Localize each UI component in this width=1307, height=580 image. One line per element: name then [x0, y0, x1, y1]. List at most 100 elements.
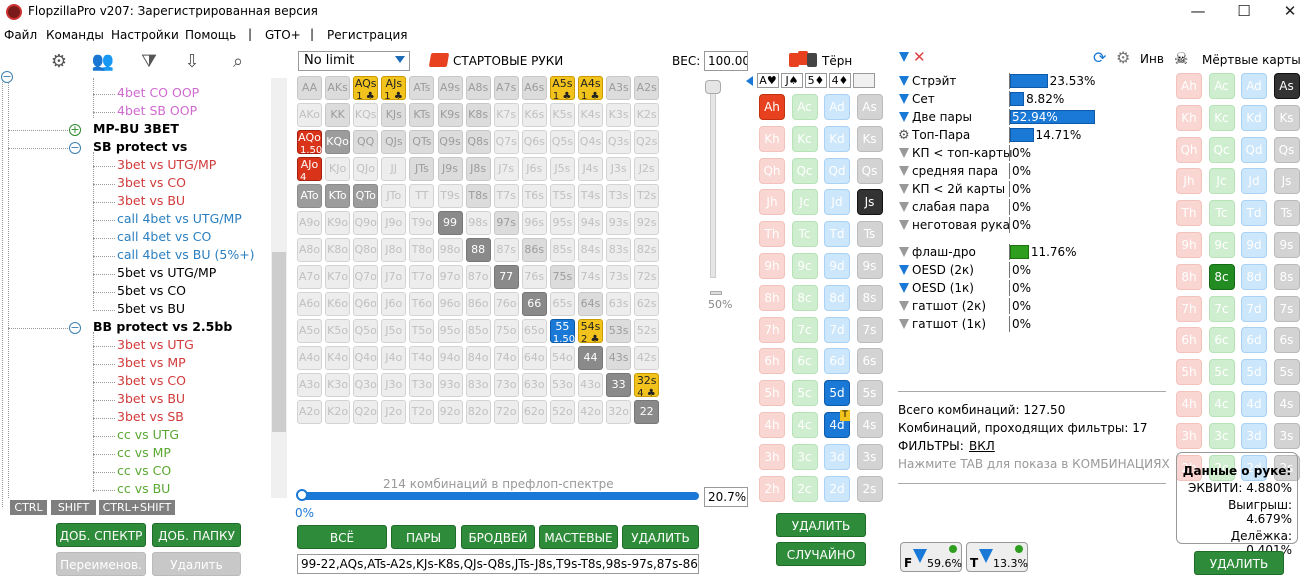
card-Js[interactable]: Js — [856, 189, 883, 216]
card-6h[interactable]: 6h — [1176, 327, 1202, 354]
hand-cell[interactable]: 97o — [437, 265, 463, 289]
card-Jd[interactable]: Jd — [824, 189, 850, 216]
card-Qs[interactable]: Qs — [1273, 136, 1300, 163]
tree-item[interactable]: 3bet vs UTG — [117, 337, 194, 352]
filter-icon[interactable] — [899, 220, 909, 230]
tree-item[interactable]: 3bet vs SB — [117, 409, 184, 424]
card-3c[interactable]: 3c — [1208, 422, 1235, 449]
board-card-slot[interactable]: 5♦ — [805, 73, 827, 88]
filter-icon[interactable] — [899, 112, 909, 122]
tree-item[interactable]: 5bet vs UTG/MP — [117, 265, 216, 280]
hand-cell[interactable]: 54s 2 ♣ — [578, 319, 603, 345]
hand-cell[interactable]: 93s — [606, 211, 632, 235]
hand-cell[interactable]: 43o — [578, 373, 603, 397]
hand-cell[interactable]: 83s — [606, 238, 632, 262]
filter-icon[interactable] — [899, 202, 909, 212]
menu-settings[interactable]: Настройки — [111, 28, 179, 42]
card-4c[interactable]: 4c — [1208, 391, 1235, 417]
delete-range-button[interactable]: УДАЛИТЬ — [622, 525, 699, 549]
hand-cell[interactable]: A2o — [297, 400, 322, 424]
card-3d[interactable]: 3d — [824, 443, 850, 470]
hand-cell[interactable]: JJ — [381, 157, 407, 181]
tree-item[interactable]: MP-BU 3BET — [93, 121, 179, 136]
hand-cell[interactable]: Q9o — [353, 211, 379, 235]
hand-cell[interactable]: Q6o — [353, 292, 379, 316]
filter-icon[interactable] — [899, 247, 909, 257]
hand-cell[interactable]: Q9s — [437, 130, 463, 154]
hand-cell[interactable]: 98o — [437, 238, 463, 262]
card-9s[interactable]: 9s — [856, 253, 883, 279]
hand-cell[interactable]: J3s — [606, 157, 632, 181]
hand-cell[interactable]: 65s — [549, 292, 575, 316]
hand-cell[interactable]: A5s 1 ♣ — [549, 76, 575, 102]
card-5h[interactable]: 5h — [1176, 359, 1202, 386]
hand-cell[interactable]: AKo — [297, 103, 322, 127]
hand-cell[interactable]: T5s — [549, 184, 575, 208]
hand-cell[interactable]: Q7s — [493, 130, 519, 154]
flop-filter-badge[interactable]: F 59.6% — [900, 542, 962, 572]
hand-cell[interactable]: A9s — [437, 76, 463, 100]
tree-item[interactable]: call 4bet vs CO — [117, 229, 211, 244]
hand-cell[interactable]: Q2o — [353, 400, 379, 424]
menu-help[interactable]: Помощь — [185, 28, 236, 42]
hand-cell[interactable]: 82o — [465, 400, 491, 424]
hand-cell[interactable]: 53o — [549, 373, 575, 397]
hand-cell[interactable]: A6o — [297, 292, 322, 316]
tree-item[interactable]: 3bet vs BU — [117, 193, 185, 208]
board-card-slot[interactable]: J♠ — [781, 73, 803, 88]
hand-cell[interactable]: J6o — [381, 292, 407, 316]
card-9c[interactable]: 9c — [1208, 232, 1235, 258]
card-3c[interactable]: 3c — [791, 443, 818, 470]
card-6d[interactable]: 6d — [824, 348, 850, 375]
hand-cell[interactable]: 52o — [549, 400, 575, 424]
hand-cell[interactable]: 33 — [606, 373, 632, 397]
hand-cell[interactable]: T6o — [409, 292, 435, 316]
tree-item[interactable]: 4bet SB OOP — [117, 103, 197, 118]
weight-slider-track[interactable] — [710, 82, 716, 278]
range-pct-input[interactable]: 20.7% — [704, 487, 748, 507]
hand-cell[interactable]: 86s — [521, 238, 547, 262]
hand-cell[interactable]: K7s — [493, 103, 519, 127]
card-8s[interactable]: 8s — [856, 284, 883, 311]
import-icon[interactable]: ⇩ — [180, 50, 204, 74]
hand-cell[interactable]: 85o — [465, 319, 491, 343]
card-6c[interactable]: 6c — [1208, 327, 1235, 354]
card-2h[interactable]: 2h — [759, 475, 785, 502]
hand-cell[interactable]: Q8o — [353, 238, 379, 262]
card-2s[interactable]: 2s — [856, 475, 883, 502]
hand-cell[interactable]: 74s — [578, 265, 603, 289]
hand-cell[interactable]: T6s — [521, 184, 547, 208]
hand-cell[interactable]: 96s — [521, 211, 547, 235]
turn-filter-badge[interactable]: T 13.3% — [966, 542, 1028, 572]
minimize-button[interactable]: — — [1175, 0, 1221, 24]
hand-cell[interactable]: Q4o — [353, 346, 379, 370]
hand-cell[interactable]: J5s — [549, 157, 575, 181]
card-7d[interactable]: 7d — [824, 316, 850, 343]
expand-icon[interactable]: + — [69, 124, 81, 136]
tree-item[interactable]: 3bet vs CO — [117, 373, 186, 388]
hand-cell[interactable]: K3o — [325, 373, 351, 397]
hand-cell[interactable]: 85s — [549, 238, 575, 262]
hand-cell[interactable]: QJo — [353, 157, 379, 181]
hand-cell[interactable]: QQ — [353, 130, 379, 154]
hand-cell[interactable]: 76o — [493, 292, 519, 316]
menu-file[interactable]: Файл — [4, 28, 37, 42]
hand-cell[interactable]: QTo — [353, 184, 379, 208]
hand-cell[interactable]: K6s — [521, 103, 547, 127]
card-Ah[interactable]: Ah — [759, 94, 785, 120]
tree-item[interactable]: cc vs UTG — [117, 427, 179, 442]
filter-plus-icon[interactable]: ⧩ — [137, 50, 161, 74]
hand-cell[interactable]: A5o — [297, 319, 322, 343]
hand-cell[interactable]: T4o — [409, 346, 435, 370]
card-8c[interactable]: 8c — [791, 284, 818, 311]
broadway-button[interactable]: БРОДВЕЙ — [461, 525, 535, 549]
card-Qh[interactable]: Qh — [1176, 136, 1202, 163]
card-Td[interactable]: Td — [824, 221, 850, 248]
card-Ac[interactable]: Ac — [791, 94, 818, 120]
hand-cell[interactable]: 53s — [606, 319, 632, 343]
hand-cell[interactable]: K2s — [634, 103, 660, 127]
board-left-arrow-icon[interactable] — [746, 76, 753, 86]
tree-item[interactable]: cc vs MP — [117, 445, 171, 460]
hand-cell[interactable]: J7s — [493, 157, 519, 181]
board-card-slot[interactable] — [853, 73, 875, 88]
